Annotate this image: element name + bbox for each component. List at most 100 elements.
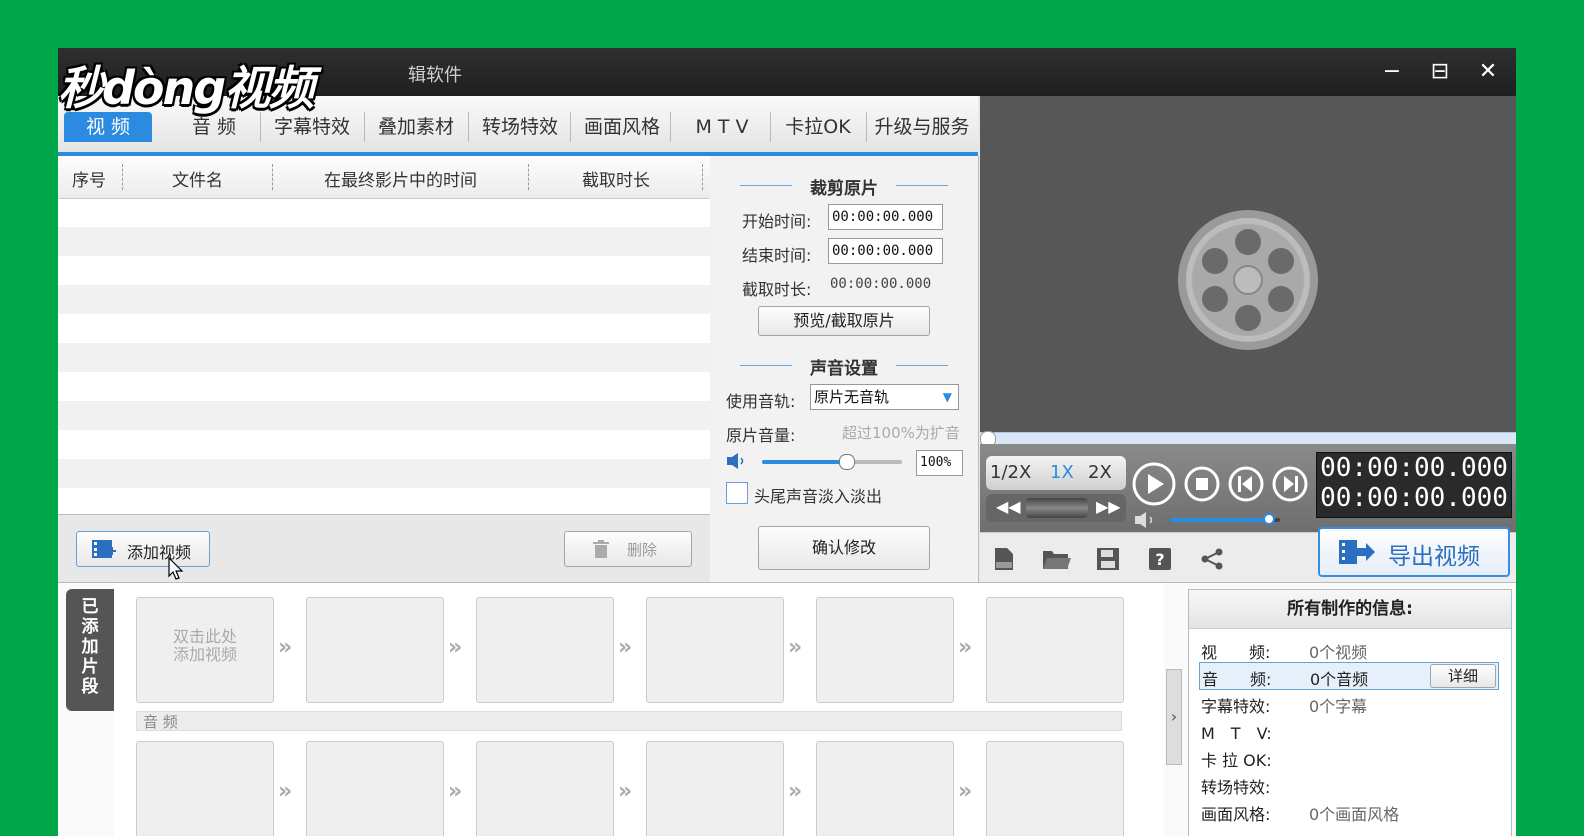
table-row[interactable]	[58, 372, 710, 401]
added-clips-label: 已添加片段	[81, 597, 99, 697]
settings-panel: 裁剪原片 开始时间: 00:00:00.000 结束时间: 00:00:00.0…	[710, 156, 979, 582]
tab-divider	[770, 112, 771, 142]
clip-slot[interactable]	[306, 597, 444, 703]
column-divider[interactable]	[122, 164, 123, 190]
audio-track-label: 使用音轨:	[726, 392, 796, 411]
table-row[interactable]	[58, 227, 710, 256]
shuttle-control[interactable]: ◀◀ ▶▶	[986, 494, 1126, 522]
player-volume-slider[interactable]	[1170, 513, 1280, 525]
export-video-button[interactable]: 导出视频	[1318, 527, 1510, 577]
help-icon[interactable]: ?	[1148, 547, 1172, 571]
clip-slot[interactable]	[646, 597, 784, 703]
added-clips-tab[interactable]: 已添加片段	[66, 589, 114, 711]
delete-button[interactable]: 删除	[564, 531, 692, 567]
export-label: 导出视频	[1388, 544, 1480, 570]
confirm-changes-button[interactable]: 确认修改	[758, 526, 930, 570]
info-value: 0个音频	[1310, 670, 1369, 689]
next-arrow-icon: »	[278, 635, 293, 660]
column-divider[interactable]	[528, 164, 529, 190]
end-time-input[interactable]: 00:00:00.000	[828, 238, 943, 264]
audio-slot[interactable]	[986, 741, 1124, 836]
table-row[interactable]	[58, 430, 710, 459]
preview-trim-button[interactable]: 预览/截取原片	[758, 306, 930, 336]
table-row[interactable]	[58, 285, 710, 314]
audio-slot[interactable]	[816, 741, 954, 836]
chevron-right-icon: ›	[1170, 707, 1178, 726]
clip-slot[interactable]	[476, 597, 614, 703]
stop-button[interactable]	[1184, 466, 1220, 502]
close-button[interactable]: ✕	[1472, 56, 1504, 88]
next-arrow-icon: »	[448, 779, 463, 804]
maximize-button[interactable]: ⊟	[1424, 56, 1456, 88]
column-clip-duration[interactable]: 截取时长	[582, 166, 650, 191]
next-frame-button[interactable]	[1272, 466, 1308, 502]
tab-upgrade-service[interactable]: 升级与服务	[870, 112, 974, 142]
speed-2x[interactable]: 2X	[1088, 462, 1112, 483]
audio-slot[interactable]	[646, 741, 784, 836]
player-volume-fill	[1170, 518, 1269, 522]
audio-slot[interactable]	[136, 741, 274, 836]
player-volume-icon	[1135, 512, 1153, 528]
minimize-button[interactable]: −	[1376, 56, 1408, 88]
speed-half[interactable]: 1/2X	[990, 462, 1031, 483]
info-row-audio[interactable]: 音 频: 0个音频 详细	[1199, 662, 1499, 690]
audio-detail-button[interactable]: 详细	[1430, 664, 1496, 688]
tab-mtv[interactable]: M T V	[676, 112, 768, 142]
info-row-picture-style: 画面风格: 0个画面风格	[1201, 798, 1501, 824]
column-final-time[interactable]: 在最终影片中的时间	[324, 166, 477, 191]
open-folder-icon[interactable]	[1042, 547, 1072, 571]
tab-divider	[866, 112, 867, 142]
table-row[interactable]	[58, 198, 710, 227]
table-row[interactable]	[58, 488, 710, 517]
video-preview[interactable]	[980, 96, 1516, 432]
table-row[interactable]	[58, 256, 710, 285]
column-filename[interactable]: 文件名	[172, 166, 223, 191]
volume-percent-input[interactable]: 100%	[916, 450, 963, 476]
save-icon[interactable]	[1096, 547, 1120, 571]
column-index[interactable]: 序号	[72, 166, 106, 191]
column-divider[interactable]	[272, 164, 273, 190]
current-time: 00:00:00.000	[1320, 453, 1508, 483]
collapse-panel-handle[interactable]: ›	[1166, 669, 1182, 765]
tab-karaoke[interactable]: 卡拉OK	[772, 112, 864, 142]
start-time-input[interactable]: 00:00:00.000	[828, 204, 943, 230]
info-row-transitions: 转场特效:	[1201, 771, 1501, 797]
tab-transition-effects[interactable]: 转场特效	[472, 112, 568, 142]
new-file-icon[interactable]	[992, 547, 1016, 571]
table-row[interactable]	[58, 459, 710, 488]
column-divider[interactable]	[702, 164, 703, 190]
clip-slot[interactable]	[986, 597, 1124, 703]
table-row[interactable]	[58, 401, 710, 430]
audio-slot[interactable]	[476, 741, 614, 836]
volume-slider[interactable]	[762, 454, 902, 470]
share-icon[interactable]	[1200, 547, 1224, 571]
tab-divider	[468, 112, 469, 142]
clip-track: 双击此处 添加视频 » » » » » 音 频 » » » » »	[114, 583, 1164, 836]
next-arrow-icon: »	[958, 779, 973, 804]
add-clip-hint: 双击此处 添加视频	[172, 627, 237, 664]
duration-value: 00:00:00.000	[830, 276, 932, 292]
player-volume-handle[interactable]	[1263, 513, 1275, 525]
fade-checkbox[interactable]	[726, 482, 748, 504]
prev-frame-button[interactable]	[1228, 466, 1264, 502]
info-key: M T V:	[1201, 724, 1272, 743]
clip-slot-add[interactable]: 双击此处 添加视频	[136, 597, 274, 703]
volume-slider-handle[interactable]	[839, 454, 855, 470]
audio-slot[interactable]	[306, 741, 444, 836]
audio-track-select[interactable]: 原片无音轨 ▼	[810, 384, 959, 410]
audio-track-header: 音 频	[136, 711, 1122, 731]
table-row[interactable]	[58, 314, 710, 343]
table-row[interactable]	[58, 343, 710, 372]
play-button[interactable]	[1132, 462, 1176, 506]
next-arrow-icon: »	[618, 779, 633, 804]
fast-forward-icon[interactable]: ▶▶	[1096, 497, 1121, 516]
project-info-heading: 所有制作的信息:	[1189, 590, 1511, 629]
tab-overlay-material[interactable]: 叠加素材	[368, 112, 464, 142]
tab-picture-style[interactable]: 画面风格	[574, 112, 670, 142]
speed-1x[interactable]: 1X	[1050, 462, 1074, 483]
add-video-button[interactable]: 添加视频	[76, 531, 210, 567]
clip-slot[interactable]	[816, 597, 954, 703]
rewind-icon[interactable]: ◀◀	[996, 497, 1021, 516]
film-reel-icon	[1178, 210, 1318, 350]
jog-wheel[interactable]	[1026, 498, 1088, 518]
